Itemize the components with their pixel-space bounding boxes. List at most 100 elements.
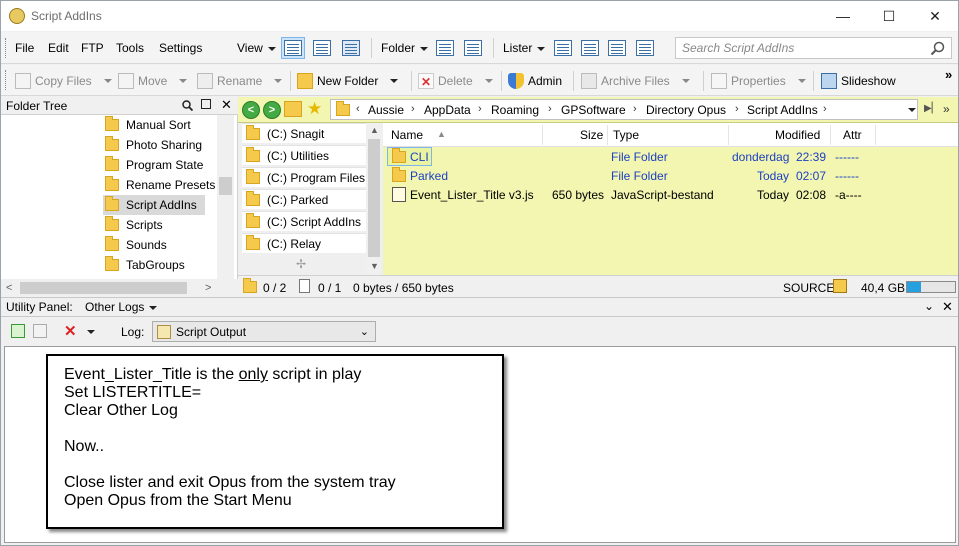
pop-out-icon[interactable]: [201, 99, 211, 109]
back-icon[interactable]: <: [242, 101, 260, 119]
lister-option-button-1[interactable]: [551, 37, 575, 59]
star-icon[interactable]: ★: [307, 99, 322, 119]
export-log-icon[interactable]: [11, 324, 25, 338]
close-icon[interactable]: ✕: [942, 299, 953, 315]
scroll-up-icon[interactable]: ▲: [370, 125, 379, 135]
menu-lister[interactable]: Lister: [503, 41, 546, 55]
menu-folder[interactable]: Folder: [381, 41, 429, 55]
toolbar-grip[interactable]: [5, 38, 8, 58]
scrollbar-thumb[interactable]: [219, 177, 232, 195]
tree-item[interactable]: Rename Presets: [105, 175, 219, 195]
log-select[interactable]: Script Output ⌄: [152, 321, 376, 342]
scroll-right-icon[interactable]: >: [205, 282, 211, 294]
favorite-item[interactable]: (C:) Utilities: [242, 145, 366, 165]
breadcrumb-item[interactable]: Roaming: [491, 103, 539, 117]
column-divider[interactable]: [830, 125, 831, 145]
favorite-item[interactable]: (C:) Program Files: [242, 167, 366, 187]
chevron-down-icon[interactable]: [87, 330, 95, 334]
column-divider[interactable]: [875, 125, 876, 145]
properties-button[interactable]: Properties: [711, 73, 806, 89]
chevron-right-icon[interactable]: »: [943, 102, 950, 116]
new-folder-button[interactable]: New Folder: [297, 73, 399, 89]
file-row[interactable]: CLI File Folder donderdag 22:39 ------: [383, 147, 958, 166]
move-button[interactable]: Move: [118, 73, 188, 89]
folder-option-button-1[interactable]: [433, 37, 457, 59]
toolbar-overflow-button[interactable]: »: [945, 67, 952, 82]
toolbar-grip[interactable]: [5, 70, 8, 90]
lister-option-button-3[interactable]: [605, 37, 629, 59]
tree-item[interactable]: Program State: [105, 155, 207, 175]
column-name[interactable]: Name: [391, 128, 423, 142]
tree-horizontal-scrollbar[interactable]: < >: [1, 279, 238, 297]
menu-settings[interactable]: Settings: [159, 41, 202, 55]
forward-icon[interactable]: >: [263, 101, 281, 119]
scrollbar-thumb[interactable]: [20, 282, 187, 294]
favorites-vertical-scrollbar[interactable]: ▲ ▼: [366, 123, 382, 275]
menu-tools[interactable]: Tools: [116, 41, 144, 55]
scrollbar-thumb[interactable]: [368, 139, 380, 257]
breadcrumb-item[interactable]: GPSoftware: [561, 103, 626, 117]
maximize-button[interactable]: ☐: [866, 1, 912, 31]
breadcrumb-item[interactable]: Directory Opus: [646, 103, 726, 117]
file-row[interactable]: Event_Lister_Title v3.js 650 bytes JavaS…: [383, 185, 958, 204]
column-divider[interactable]: [728, 125, 729, 145]
breadcrumb-item[interactable]: Script AddIns: [747, 103, 818, 117]
column-modified[interactable]: Modified: [775, 128, 820, 142]
archive-files-button[interactable]: Archive Files: [581, 73, 690, 89]
play-icon[interactable]: ▶▏: [924, 103, 939, 114]
lister-option-button-4[interactable]: [633, 37, 657, 59]
parent-folder-icon[interactable]: [284, 101, 302, 117]
close-button[interactable]: ✕: [912, 1, 958, 31]
copy-log-icon[interactable]: [33, 324, 47, 338]
minimize-button[interactable]: —: [820, 1, 866, 31]
search-icon[interactable]: [930, 41, 945, 56]
favorite-item[interactable]: (C:) Snagit: [242, 123, 366, 143]
copy-files-button[interactable]: Copy Files: [15, 73, 112, 89]
tree-item[interactable]: Photo Sharing: [105, 135, 206, 155]
slideshow-button[interactable]: Slideshow: [821, 73, 896, 89]
column-divider[interactable]: [607, 125, 608, 145]
column-type[interactable]: Type: [613, 128, 639, 142]
admin-button[interactable]: Admin: [508, 73, 562, 89]
breadcrumb-item[interactable]: Aussie: [368, 103, 404, 117]
breadcrumb[interactable]: ‹ Aussie › AppData › Roaming › GPSoftwar…: [330, 99, 918, 120]
clear-log-icon[interactable]: ✕: [64, 322, 77, 340]
power-view-button[interactable]: [310, 37, 334, 59]
delete-button[interactable]: ✕ Delete: [418, 73, 493, 89]
tree-item[interactable]: Sounds: [105, 235, 171, 255]
column-attr[interactable]: Attr: [843, 128, 862, 142]
collapse-icon[interactable]: ⌄: [924, 299, 934, 313]
details-view-button[interactable]: [281, 37, 305, 59]
tree-vertical-scrollbar[interactable]: [217, 115, 234, 279]
menu-ftp[interactable]: FTP: [81, 41, 104, 55]
separator: [371, 38, 372, 58]
tree-item[interactable]: Manual Sort: [105, 115, 195, 135]
favorite-item[interactable]: (C:) Script AddIns: [242, 211, 366, 231]
tree-item-selected[interactable]: Script AddIns: [103, 195, 205, 215]
utility-panel-mode-dropdown[interactable]: Other Logs: [85, 300, 158, 314]
menu-file[interactable]: File: [15, 41, 34, 55]
menu-edit[interactable]: Edit: [48, 41, 69, 55]
log-output[interactable]: Event_Lister_Title is the only script in…: [4, 346, 956, 543]
tree-item[interactable]: TabGroups: [105, 255, 189, 275]
search-icon[interactable]: [182, 100, 193, 111]
scroll-down-icon[interactable]: ▼: [370, 261, 379, 271]
column-size[interactable]: Size: [580, 128, 603, 142]
rename-button[interactable]: Rename: [197, 73, 283, 89]
file-row[interactable]: Parked File Folder Today 02:07 ------: [383, 166, 958, 185]
search-box[interactable]: [675, 37, 952, 59]
breadcrumb-item[interactable]: AppData: [424, 103, 471, 117]
chevron-down-icon[interactable]: [908, 108, 916, 112]
favorite-item[interactable]: (C:) Relay: [242, 233, 366, 253]
close-icon[interactable]: ✕: [221, 97, 232, 113]
folder-option-button-2[interactable]: [461, 37, 485, 59]
scroll-left-icon[interactable]: <: [6, 282, 12, 294]
column-divider[interactable]: [542, 125, 543, 145]
lister-option-button-2[interactable]: [578, 37, 602, 59]
tree-item[interactable]: Scripts: [105, 215, 167, 235]
thumbnails-view-button[interactable]: [339, 37, 363, 59]
menu-view[interactable]: View: [237, 41, 276, 55]
search-input[interactable]: [676, 38, 916, 58]
drag-handle-icon[interactable]: ✢: [296, 257, 306, 271]
favorite-item[interactable]: (C:) Parked: [242, 189, 366, 209]
